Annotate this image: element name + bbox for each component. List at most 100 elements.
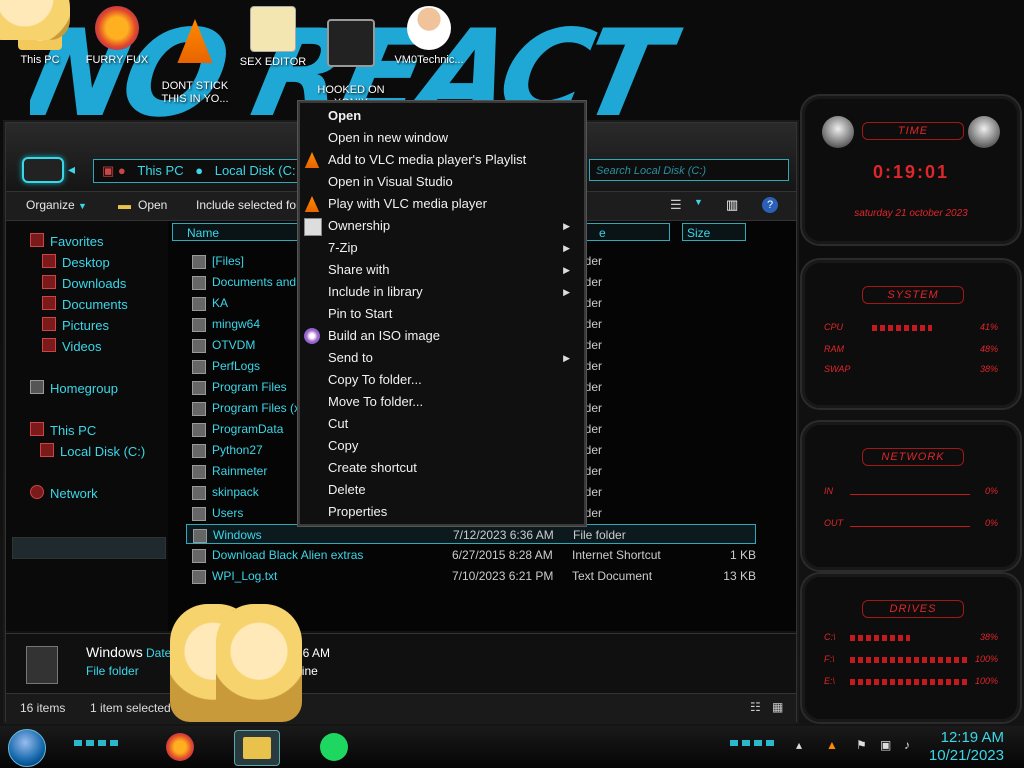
context-menu-label: Build an ISO image	[328, 328, 441, 343]
context-menu-item-pin-to-start[interactable]: Pin to Start	[328, 303, 578, 325]
nav-desktop[interactable]: Desktop	[42, 254, 110, 270]
time-widget-title: TIME	[862, 122, 964, 140]
clock-date: 10/21/2023	[928, 747, 1004, 764]
firefox-icon	[166, 733, 194, 761]
nav-downloads[interactable]: Downloads	[42, 275, 126, 291]
context-menu-item-7-zip[interactable]: 7-Zip ▶	[328, 237, 578, 259]
context-menu-item-move-to-folder[interactable]: Move To folder...	[328, 391, 578, 413]
desktop-icon-vm0technic[interactable]: VM0Technic...	[392, 6, 466, 67]
context-menu-item-create-shortcut[interactable]: Create shortcut	[328, 457, 578, 479]
nav-label: Network	[50, 486, 98, 501]
context-menu-label: Add to VLC media player's Playlist	[328, 152, 527, 167]
time-widget: TIME 0:19:01 saturday 21 october 2023	[800, 94, 1022, 246]
system-widget-title: SYSTEM	[862, 286, 964, 304]
taskbar-spotify[interactable]	[312, 730, 356, 764]
organize-label: Organize	[26, 198, 75, 212]
context-menu-item-copy-to-folder[interactable]: Copy To folder...	[328, 369, 578, 391]
column-header-type[interactable]: e	[584, 223, 670, 241]
context-menu-item-open-in-visual-studio[interactable]: Open in Visual Studio	[328, 171, 578, 193]
nav-videos[interactable]: Videos	[42, 338, 102, 354]
folder-icon	[193, 529, 207, 543]
chevron-down-icon[interactable]: ▼	[694, 197, 710, 213]
preview-pane-icon[interactable]: ▥	[726, 197, 742, 213]
back-forward-orb[interactable]	[22, 157, 64, 183]
cpu-row: CPU 41%	[824, 322, 998, 332]
computer-icon: ▣ ●	[102, 163, 126, 178]
context-menu: Open Open in new window Add to VLC media p…	[298, 101, 586, 526]
taskbar-file-explorer[interactable]	[234, 730, 280, 766]
context-menu-item-add-to-vlc-media-player-s-playlist[interactable]: Add to VLC media player's Playlist	[328, 149, 578, 171]
nav-favorites[interactable]: Favorites	[30, 233, 103, 249]
table-row[interactable]: Download Black Alien extras 6/27/2015 8:2…	[186, 545, 756, 565]
organize-button[interactable]: Organize ▼	[26, 198, 87, 212]
search-input[interactable]: Search Local Disk (C:)	[589, 159, 789, 181]
nav-pictures[interactable]: Pictures	[42, 317, 109, 333]
table-row[interactable]: WPI_Log.txt 7/10/2023 6:21 PM Text Documen…	[186, 566, 756, 586]
nav-label: Videos	[62, 339, 102, 354]
context-menu-item-include-in-library[interactable]: Include in library ▶	[328, 281, 578, 303]
table-row[interactable]: Windows 7/12/2023 6:36 AM File folder	[186, 524, 756, 544]
details-view-icon[interactable]: ☷	[750, 700, 761, 714]
context-menu-item-delete[interactable]: Delete	[328, 479, 578, 501]
context-menu-item-ownership[interactable]: Ownership ▶	[328, 215, 578, 237]
column-header-size[interactable]: Size	[682, 223, 746, 241]
homegroup-icon	[30, 380, 44, 394]
start-button[interactable]	[8, 729, 46, 767]
context-menu-label: Send to	[328, 350, 373, 365]
drive-f-value: 100%	[974, 654, 998, 664]
vlc-tray-icon[interactable]: ▲	[826, 738, 842, 754]
volume-icon[interactable]: ♪	[904, 738, 920, 754]
context-menu-label: Include in library	[328, 284, 423, 299]
context-menu-label: Play with VLC media player	[328, 196, 487, 211]
drive-e-label: E:\	[824, 676, 836, 686]
nav-local-disk[interactable]: Local Disk (C:)	[40, 443, 145, 459]
chevron-left-icon[interactable]: ◂	[68, 161, 84, 177]
show-hidden-icons-icon[interactable]: ▴	[796, 738, 812, 754]
context-menu-item-open-in-new-window[interactable]: Open in new window	[328, 127, 578, 149]
breadcrumb-this-pc[interactable]: This PC	[137, 163, 183, 178]
open-button[interactable]: Open	[138, 198, 167, 212]
nav-documents[interactable]: Documents	[42, 296, 128, 312]
net-in-label: IN	[824, 486, 833, 496]
context-menu-item-build-an-iso-image[interactable]: Build an ISO image	[328, 325, 578, 347]
breadcrumb-local-disk[interactable]: Local Disk (C:	[215, 163, 296, 178]
folder-icon	[192, 297, 206, 311]
view-options-icon[interactable]: ☰	[670, 197, 686, 213]
details-name: Windows	[86, 644, 143, 660]
context-menu-label: Share with	[328, 262, 390, 277]
desktop-icon-sex-editor[interactable]: SEX EDITOR	[236, 6, 310, 69]
time-widget-date: saturday 21 october 2023	[854, 208, 968, 219]
context-menu-item-copy[interactable]: Copy	[328, 435, 578, 457]
cpu-bar	[872, 325, 932, 331]
file-name: ProgramData	[212, 422, 284, 436]
net-in-graph	[850, 494, 970, 495]
nav-label: Documents	[62, 297, 128, 312]
desktop-icon-dont-stick[interactable]: DONT STICK THIS IN YO...	[158, 6, 232, 119]
nav-label: Downloads	[62, 276, 127, 291]
folder-icon	[192, 339, 206, 353]
column-header-name[interactable]: Name	[172, 223, 306, 241]
folder-icon	[192, 444, 206, 458]
context-menu-item-properties[interactable]: Properties	[328, 501, 578, 523]
context-menu-item-send-to[interactable]: Send to ▶	[328, 347, 578, 369]
context-menu-label: Move To folder...	[328, 394, 424, 409]
context-menu-item-share-with[interactable]: Share with ▶	[328, 259, 578, 281]
taskbar-firefox[interactable]	[158, 730, 202, 764]
doctor-icon	[407, 6, 451, 50]
nav-homegroup[interactable]: Homegroup	[30, 380, 118, 396]
flag-icon[interactable]: ⚑	[856, 738, 872, 754]
taskbar-clock[interactable]: 12:19 AM 10/21/2023	[929, 729, 1004, 765]
nav-network[interactable]: Network	[30, 485, 98, 501]
file-type: Internet Shortcut	[572, 548, 661, 562]
context-menu-item-play-with-vlc-media-player[interactable]: Play with VLC media player	[328, 193, 578, 215]
hex-editor-icon	[250, 6, 296, 52]
include-in-library-button[interactable]: Include selected fol	[196, 198, 299, 212]
context-menu-item-open[interactable]: Open	[328, 105, 578, 127]
folder-thumbnail-icon	[26, 646, 58, 684]
nav-this-pc[interactable]: This PC	[30, 422, 96, 438]
context-menu-item-cut[interactable]: Cut	[328, 413, 578, 435]
help-icon[interactable]: ?	[762, 197, 778, 213]
desktop-icon-furry-fux[interactable]: FURRY FUX	[80, 6, 154, 67]
network-tray-icon[interactable]: ▣	[880, 738, 896, 754]
large-icons-view-icon[interactable]: ▦	[772, 700, 783, 714]
